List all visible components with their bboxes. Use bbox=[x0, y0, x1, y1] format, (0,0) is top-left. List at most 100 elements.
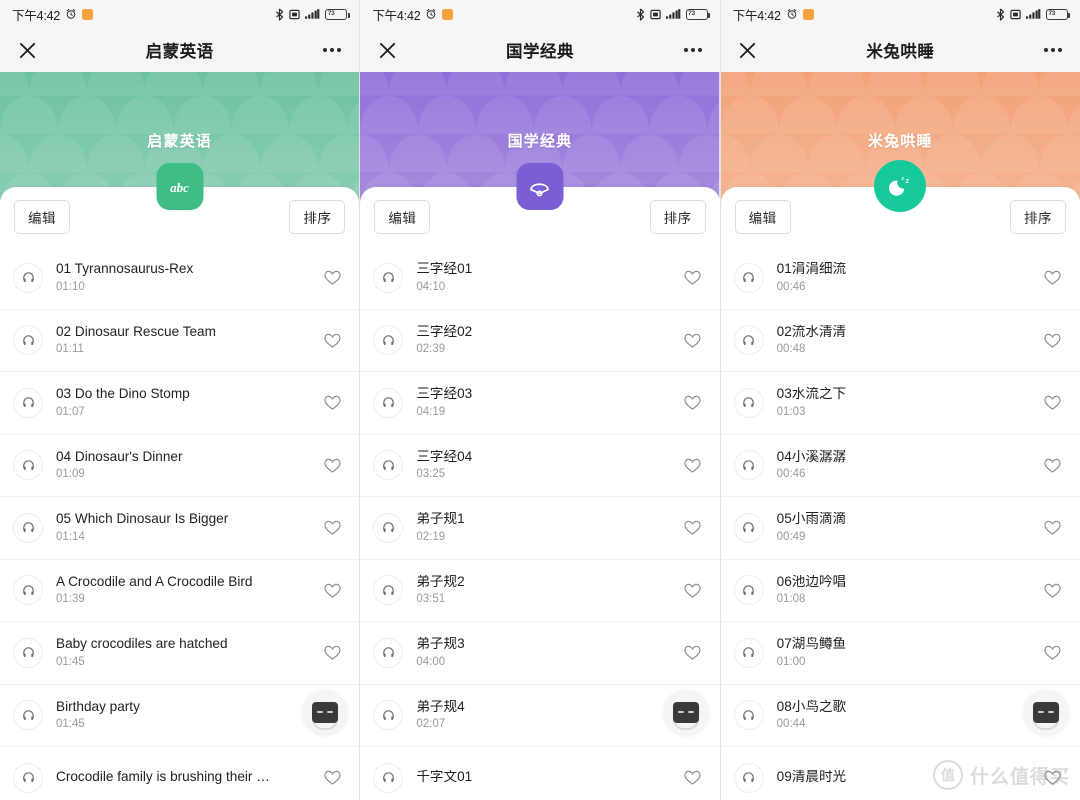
track-row[interactable]: 弟子规1 02:19 bbox=[360, 497, 720, 560]
play-headphone-button[interactable] bbox=[733, 575, 764, 606]
play-headphone-button[interactable] bbox=[733, 512, 764, 543]
favorite-button[interactable] bbox=[1040, 265, 1066, 291]
edit-button[interactable]: 编辑 bbox=[14, 200, 70, 234]
edit-button[interactable]: 编辑 bbox=[734, 200, 791, 234]
track-row[interactable]: 04小溪潺潺 00:46 bbox=[720, 435, 1080, 497]
play-headphone-button[interactable] bbox=[373, 637, 404, 668]
heart-icon[interactable] bbox=[683, 581, 702, 600]
heart-icon[interactable] bbox=[683, 268, 702, 287]
heart-icon[interactable] bbox=[1043, 768, 1062, 787]
heart-icon[interactable] bbox=[683, 518, 702, 537]
heart-icon[interactable] bbox=[683, 456, 702, 475]
play-headphone-button[interactable] bbox=[733, 262, 764, 293]
play-headphone-button[interactable] bbox=[13, 387, 43, 418]
track-row[interactable]: 01 Tyrannosaurus-Rex 01:10 bbox=[0, 247, 360, 310]
favorite-button[interactable] bbox=[1040, 577, 1066, 603]
heart-icon[interactable] bbox=[683, 768, 702, 787]
heart-icon[interactable] bbox=[1043, 268, 1062, 287]
heart-icon[interactable] bbox=[323, 331, 342, 350]
play-headphone-button[interactable] bbox=[373, 325, 404, 356]
heart-icon[interactable] bbox=[1043, 643, 1062, 662]
favorite-button[interactable] bbox=[1040, 452, 1066, 478]
favorite-button[interactable] bbox=[319, 327, 345, 353]
track-row[interactable]: 06池边吟唱 01:08 bbox=[720, 560, 1080, 622]
more-options-icon[interactable] bbox=[1040, 37, 1066, 63]
favorite-button[interactable] bbox=[319, 577, 345, 603]
close-icon[interactable] bbox=[18, 41, 37, 60]
track-row[interactable]: Baby crocodiles are hatched 01:45 bbox=[0, 622, 360, 685]
more-options-icon[interactable] bbox=[319, 37, 345, 63]
heart-icon[interactable] bbox=[323, 456, 342, 475]
heart-icon[interactable] bbox=[1043, 581, 1062, 600]
favorite-button[interactable] bbox=[1040, 390, 1066, 416]
close-button[interactable] bbox=[374, 37, 400, 63]
track-row[interactable]: 09清晨时光 bbox=[721, 747, 1080, 800]
play-headphone-button[interactable] bbox=[733, 700, 764, 731]
play-headphone-button[interactable] bbox=[733, 450, 764, 481]
speaker-device-button[interactable] bbox=[1023, 690, 1068, 734]
play-headphone-button[interactable] bbox=[13, 262, 43, 293]
heart-icon[interactable] bbox=[323, 643, 342, 662]
track-row[interactable]: 03 Do the Dino Stomp 01:07 bbox=[0, 372, 360, 435]
play-headphone-button[interactable] bbox=[733, 637, 764, 668]
track-row[interactable]: 弟子规3 04:00 bbox=[360, 622, 720, 685]
speaker-device-button[interactable] bbox=[663, 690, 708, 734]
play-headphone-button[interactable] bbox=[373, 700, 404, 731]
play-headphone-button[interactable] bbox=[373, 762, 404, 793]
sort-button[interactable]: 排序 bbox=[289, 200, 346, 234]
track-row[interactable]: 04 Dinosaur's Dinner 01:09 bbox=[0, 435, 360, 497]
edit-button[interactable]: 编辑 bbox=[374, 200, 431, 234]
play-headphone-button[interactable] bbox=[373, 575, 404, 606]
play-headphone-button[interactable] bbox=[373, 512, 404, 543]
track-row[interactable]: Crocodile family is brushing their … bbox=[0, 747, 359, 800]
play-headphone-button[interactable] bbox=[373, 450, 404, 481]
track-row[interactable]: 02 Dinosaur Rescue Team 01:11 bbox=[0, 310, 360, 372]
play-headphone-button[interactable] bbox=[13, 512, 43, 543]
favorite-button[interactable] bbox=[319, 515, 345, 541]
speaker-device-button[interactable] bbox=[303, 690, 348, 734]
play-headphone-button[interactable] bbox=[13, 700, 43, 731]
favorite-button[interactable] bbox=[680, 577, 706, 603]
more-options-icon[interactable] bbox=[680, 37, 706, 63]
track-row[interactable]: 05 Which Dinosaur Is Bigger 01:14 bbox=[0, 497, 360, 560]
favorite-button[interactable] bbox=[1040, 515, 1066, 541]
heart-icon[interactable] bbox=[683, 393, 702, 412]
play-headphone-button[interactable] bbox=[733, 387, 764, 418]
favorite-button[interactable] bbox=[680, 765, 706, 791]
heart-icon[interactable] bbox=[323, 581, 342, 600]
close-icon[interactable] bbox=[738, 41, 757, 60]
favorite-button[interactable] bbox=[680, 390, 706, 416]
track-row[interactable]: 三字经04 03:25 bbox=[360, 435, 720, 497]
heart-icon[interactable] bbox=[323, 268, 342, 287]
favorite-button[interactable] bbox=[1040, 640, 1066, 666]
track-row[interactable]: 三字经02 02:39 bbox=[360, 310, 720, 372]
heart-icon[interactable] bbox=[323, 768, 342, 787]
track-row[interactable]: 03水流之下 01:03 bbox=[720, 372, 1080, 435]
close-button[interactable] bbox=[735, 37, 761, 63]
sort-button[interactable]: 排序 bbox=[649, 200, 706, 234]
close-button[interactable] bbox=[14, 37, 40, 63]
track-row[interactable]: 三字经03 04:19 bbox=[360, 372, 720, 435]
play-headphone-button[interactable] bbox=[733, 762, 764, 793]
heart-icon[interactable] bbox=[1043, 331, 1062, 350]
track-row[interactable]: 02流水清清 00:48 bbox=[720, 310, 1080, 372]
favorite-button[interactable] bbox=[1040, 765, 1066, 791]
favorite-button[interactable] bbox=[680, 515, 706, 541]
close-icon[interactable] bbox=[378, 41, 397, 60]
play-headphone-button[interactable] bbox=[733, 325, 764, 356]
heart-icon[interactable] bbox=[1043, 393, 1062, 412]
favorite-button[interactable] bbox=[319, 640, 345, 666]
play-headphone-button[interactable] bbox=[13, 450, 43, 481]
track-row[interactable]: 01涓涓细流 00:46 bbox=[720, 247, 1080, 310]
sort-button[interactable]: 排序 bbox=[1009, 200, 1066, 234]
heart-icon[interactable] bbox=[323, 393, 342, 412]
favorite-button[interactable] bbox=[680, 452, 706, 478]
heart-icon[interactable] bbox=[683, 643, 702, 662]
heart-icon[interactable] bbox=[323, 518, 342, 537]
favorite-button[interactable] bbox=[680, 640, 706, 666]
favorite-button[interactable] bbox=[319, 265, 345, 291]
track-row[interactable]: 弟子规2 03:51 bbox=[360, 560, 720, 622]
play-headphone-button[interactable] bbox=[13, 325, 43, 356]
play-headphone-button[interactable] bbox=[373, 387, 404, 418]
play-headphone-button[interactable] bbox=[13, 762, 43, 793]
